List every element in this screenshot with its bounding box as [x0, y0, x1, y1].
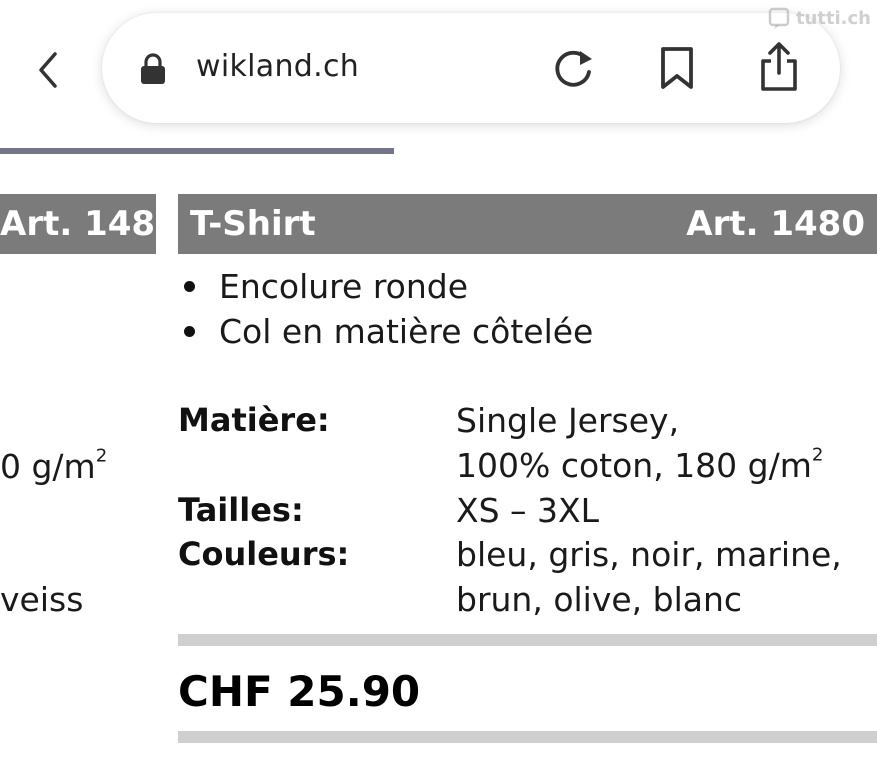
left-article-number: Art. 1480	[0, 204, 179, 244]
lock-icon	[140, 53, 166, 85]
feature-list: Encolure ronde Col en matière côtelée	[178, 264, 593, 354]
divider	[178, 731, 877, 743]
product-name: T-Shirt	[190, 204, 316, 244]
divider	[178, 634, 877, 646]
chevron-left-icon	[39, 52, 57, 88]
colors-label: Couleurs:	[178, 535, 350, 573]
sizes-value: XS – 3XL	[456, 491, 600, 530]
material-label: Matière:	[178, 401, 330, 439]
address-bar[interactable]: wikland.ch	[102, 13, 840, 123]
bookmark-button[interactable]	[654, 45, 700, 91]
reload-icon	[555, 50, 592, 87]
watermark-text: tutti.ch	[795, 7, 871, 29]
sizes-label: Tailles:	[178, 491, 304, 529]
left-color-fragment: veiss	[0, 580, 84, 619]
left-weight-fragment: 0 g/m2	[0, 445, 108, 486]
material-value-line1: Single Jersey,	[456, 401, 680, 440]
url-text[interactable]: wikland.ch	[196, 47, 359, 87]
colors-value-line1: bleu, gris, noir, marine,	[456, 535, 842, 574]
page-load-progress	[0, 148, 394, 154]
bullet-icon	[184, 326, 195, 337]
share-icon	[761, 42, 797, 91]
list-item: Encolure ronde	[178, 264, 593, 309]
back-button[interactable]	[28, 48, 68, 92]
material-value-line2: 100% coton, 180 g/m2	[456, 444, 824, 485]
tutti-logo-icon	[768, 7, 790, 29]
product-header: T-Shirt Art. 1480	[178, 194, 877, 254]
price: CHF 25.90	[178, 667, 421, 716]
left-product-header: Art. 1480	[0, 194, 179, 254]
bullet-icon	[184, 281, 195, 292]
bookmark-icon	[661, 47, 693, 89]
article-number: Art. 1480	[686, 204, 865, 244]
watermark: tutti.ch	[768, 6, 871, 30]
share-button[interactable]	[754, 41, 804, 93]
list-item: Col en matière côtelée	[178, 309, 593, 354]
colors-value-line2: brun, olive, blanc	[456, 580, 743, 619]
reload-button[interactable]	[550, 45, 596, 91]
